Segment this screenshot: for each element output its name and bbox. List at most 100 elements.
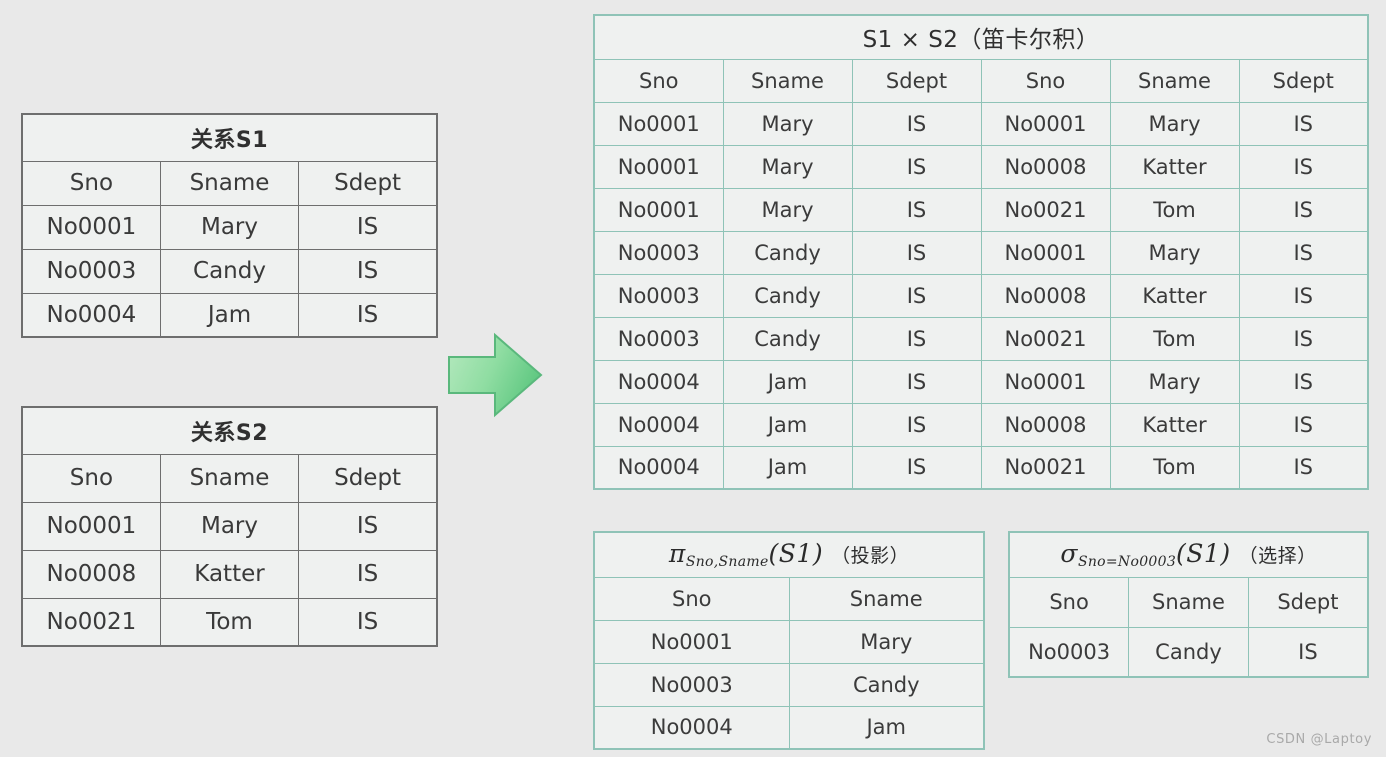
table-row: πSno,Sname(S1) （投影） (593, 531, 985, 578)
cell-sname-left: Candy (722, 316, 853, 361)
cell-sno-left: No0003 (593, 230, 724, 275)
relation-s2-table: 关系S2 Sno Sname Sdept No0001 Mary IS No00… (21, 406, 438, 647)
cell-sname-left: Candy (722, 230, 853, 275)
table-row: No0001 Mary IS No0008 Katter IS (593, 144, 1369, 189)
cell-sno: No0003 (21, 248, 161, 294)
projection-operator: π (668, 539, 686, 569)
cell-sno: No0004 (593, 705, 790, 750)
table-row: No0003 Candy IS No0001 Mary IS (593, 230, 1369, 275)
relation-s1-table: 关系S1 Sno Sname Sdept No0001 Mary IS No00… (21, 113, 438, 338)
table-row: No0001 Mary IS No0001 Mary IS (593, 101, 1369, 146)
relation-s2-title: 关系S2 (21, 406, 438, 455)
selection-table: σSno=No0003(S1) （选择） Sno Sname Sdept No00… (1008, 531, 1369, 678)
table-header-row: Sno Sname Sdept (1008, 576, 1369, 628)
cell-sno-left: No0004 (593, 359, 724, 404)
cell-sdept-left: IS (851, 445, 982, 490)
cell-sno-left: No0004 (593, 445, 724, 490)
cell-sname: Candy (1128, 626, 1249, 678)
table-row: No0001 Mary IS (21, 501, 438, 551)
cell-sdept-left: IS (851, 273, 982, 318)
cell-sname: Jam (159, 292, 300, 338)
column-header-sname-right: Sname (1109, 58, 1240, 103)
cell-sdept-right: IS (1238, 273, 1369, 318)
cell-sname-left: Jam (722, 445, 853, 490)
table-row: 关系S1 (21, 113, 438, 162)
cell-sname-left: Mary (722, 101, 853, 146)
cell-sname-right: Katter (1109, 273, 1240, 318)
cell-sno-right: No0001 (980, 359, 1111, 404)
cell-sdept: IS (298, 597, 438, 647)
table-row: No0003 Candy IS (21, 248, 438, 294)
cell-sno-right: No0001 (980, 230, 1111, 275)
cell-sno-left: No0001 (593, 101, 724, 146)
cell-sname-right: Tom (1109, 445, 1240, 490)
column-header-sname-left: Sname (722, 58, 853, 103)
table-row: No0003 Candy (593, 662, 985, 707)
cartesian-product-table: S1 × S2（笛卡尔积） Sno Sname Sdept Sno Sname … (593, 14, 1369, 490)
column-header-sdept-left: Sdept (851, 58, 982, 103)
projection-argument: (S1) (768, 539, 824, 569)
column-header-sno-left: Sno (593, 58, 724, 103)
table-row: 关系S2 (21, 406, 438, 455)
cell-sdept-right: IS (1238, 187, 1369, 232)
cell-sno-left: No0001 (593, 187, 724, 232)
cell-sdept-left: IS (851, 101, 982, 146)
table-row: No0001 Mary (593, 619, 985, 664)
cell-sno: No0001 (21, 204, 161, 250)
column-header-sno: Sno (21, 160, 161, 206)
column-header-sname: Sname (788, 576, 985, 621)
projection-subscript: Sno,Sname (685, 554, 769, 571)
cell-sdept: IS (1247, 626, 1369, 678)
cell-sno-right: No0021 (980, 445, 1111, 490)
cell-sname-right: Mary (1109, 359, 1240, 404)
cell-sname-right: Katter (1109, 402, 1240, 447)
cell-sno: No0008 (21, 549, 161, 599)
cell-sname-right: Katter (1109, 144, 1240, 189)
cell-sno: No0003 (593, 662, 790, 707)
table-row: No0003 Candy IS (1008, 626, 1369, 678)
cell-sname: Mary (159, 501, 300, 551)
table-row: No0003 Candy IS No0008 Katter IS (593, 273, 1369, 318)
selection-operator: σ (1060, 539, 1078, 569)
projection-title: πSno,Sname(S1) （投影） (593, 531, 985, 578)
cell-sdept: IS (298, 248, 438, 294)
cell-sno-right: No0008 (980, 273, 1111, 318)
table-header-row: Sno Sname Sdept Sno Sname Sdept (593, 58, 1369, 103)
cell-sname-left: Jam (722, 359, 853, 404)
projection-annotation: （投影） (831, 545, 910, 568)
cell-sdept-right: IS (1238, 101, 1369, 146)
cell-sname: Jam (788, 705, 985, 750)
cell-sdept-right: IS (1238, 359, 1369, 404)
table-header-row: Sno Sname Sdept (21, 160, 438, 206)
cell-sno: No0021 (21, 597, 161, 647)
cell-sname: Tom (159, 597, 300, 647)
table-row: No0008 Katter IS (21, 549, 438, 599)
cell-sdept-right: IS (1238, 316, 1369, 361)
cell-sno-left: No0004 (593, 402, 724, 447)
cell-sname-right: Tom (1109, 316, 1240, 361)
column-header-sname: Sname (159, 453, 300, 503)
projection-formula: πSno,Sname(S1) (668, 539, 824, 571)
cell-sname-right: Mary (1109, 101, 1240, 146)
cell-sdept-right: IS (1238, 144, 1369, 189)
watermark: CSDN @Laptoy (1266, 732, 1372, 747)
selection-annotation: （选择） (1238, 545, 1317, 568)
selection-title: σSno=No0003(S1) （选择） (1008, 531, 1369, 578)
cell-sdept: IS (298, 549, 438, 599)
cell-sdept: IS (298, 292, 438, 338)
column-header-sdept: Sdept (298, 160, 438, 206)
cell-sdept-left: IS (851, 230, 982, 275)
table-row: No0004 Jam (593, 705, 985, 750)
cell-sname-left: Mary (722, 144, 853, 189)
table-row: No0004 Jam IS No0021 Tom IS (593, 445, 1369, 490)
cell-sno-right: No0008 (980, 144, 1111, 189)
cell-sname: Mary (788, 619, 985, 664)
cell-sno-right: No0008 (980, 402, 1111, 447)
table-row: No0021 Tom IS (21, 597, 438, 647)
cell-sname-left: Mary (722, 187, 853, 232)
table-header-row: Sno Sname (593, 576, 985, 621)
cell-sdept: IS (298, 501, 438, 551)
table-row: No0003 Candy IS No0021 Tom IS (593, 316, 1369, 361)
cell-sname-left: Candy (722, 273, 853, 318)
table-row: No0004 Jam IS (21, 292, 438, 338)
